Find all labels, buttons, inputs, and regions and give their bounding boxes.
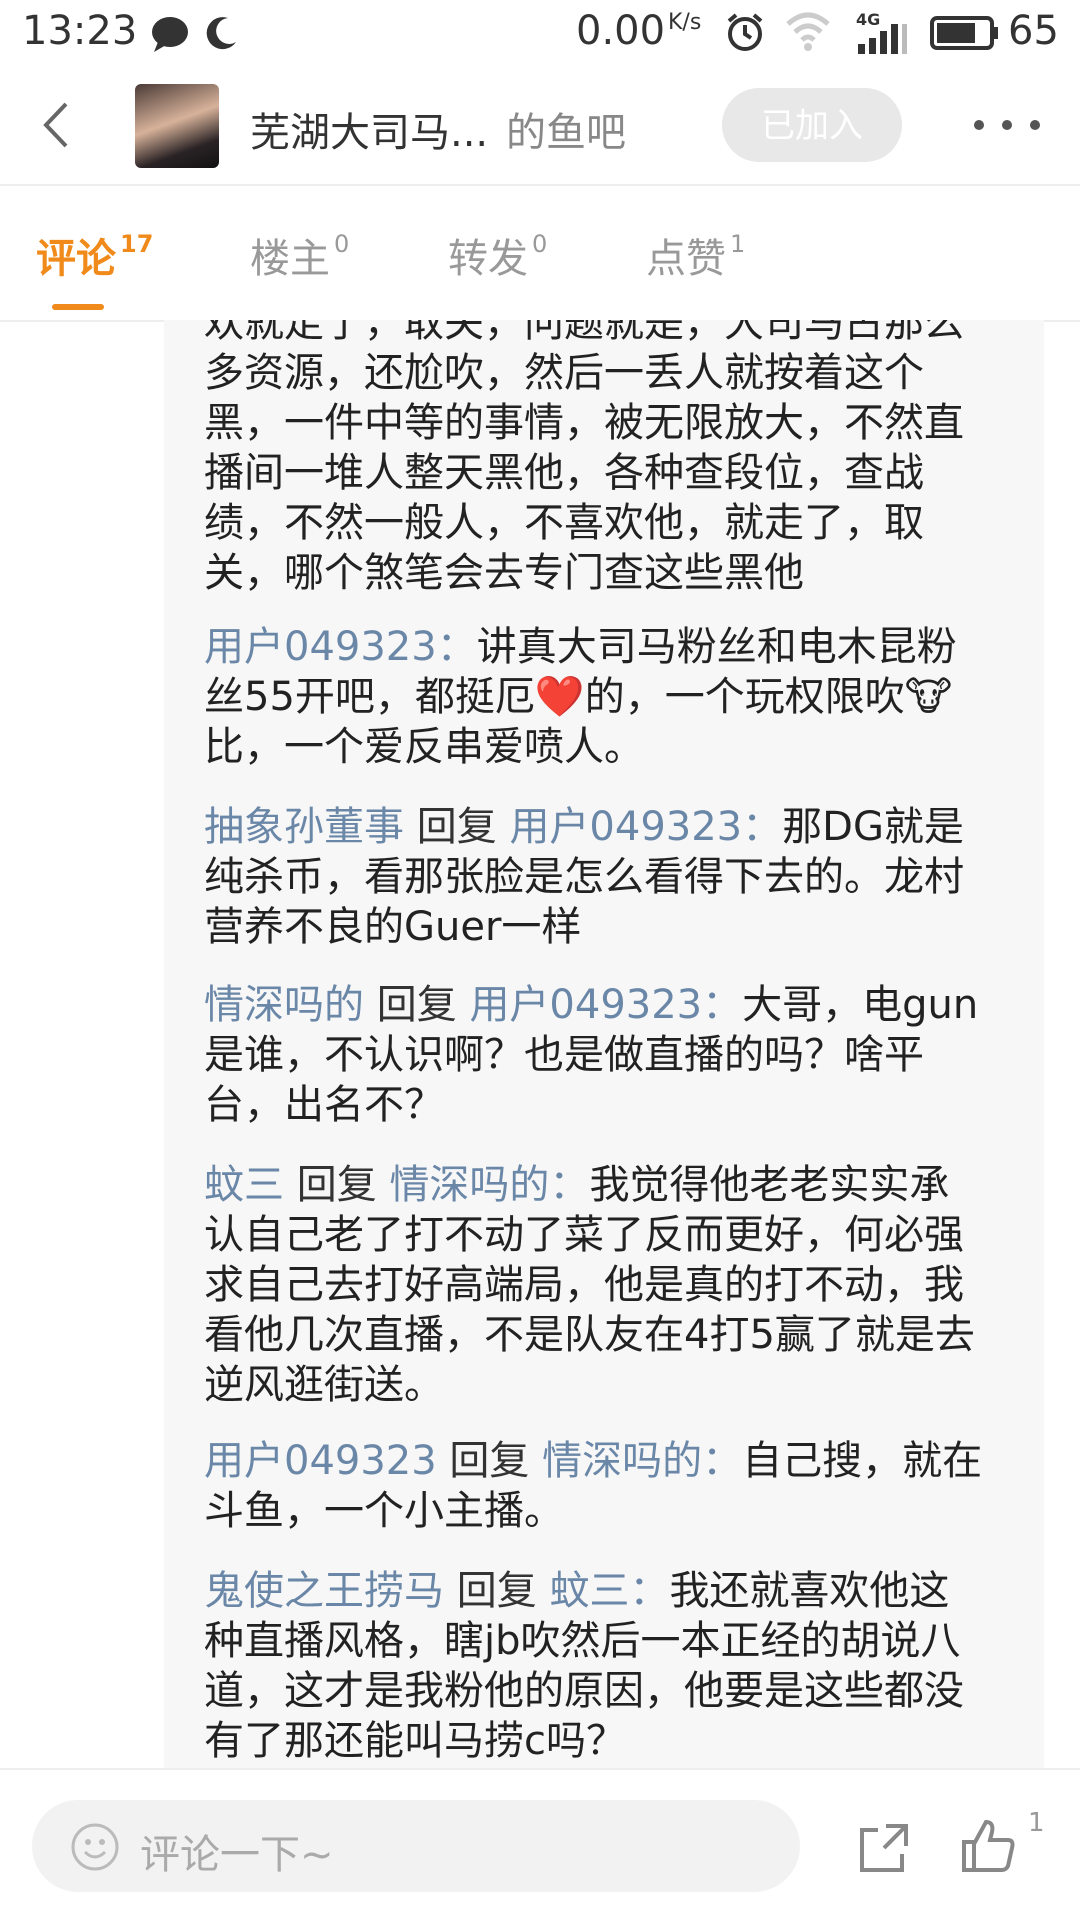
comment-line: 关，哪个煞笔会去专门查这些黑他 [204,550,804,596]
forum-title-suffix: 的鱼吧 [506,110,626,156]
reply-text: 认自己老了打不动了菜了反而更好，何必强 [204,1212,964,1258]
comment-line: 绩，不然一般人，不喜欢他，就走了，取 [204,500,924,546]
reply-author[interactable]: 用户049323： [204,624,477,670]
reply-target[interactable]: 用户049323： [509,804,782,850]
top-nav: 芜湖大司马... 的鱼吧 已加入 [0,66,1080,186]
reply-target[interactable]: 情深吗的： [389,1162,589,1208]
reply-author[interactable]: 蚊三 [204,1162,284,1208]
reply-text: 自己搜，就在 [742,1438,983,1484]
reply-author[interactable]: 情深吗的 [204,982,364,1028]
tab-likes-label: 点赞 [646,236,726,282]
reply-text: 大哥，电gun [742,982,979,1028]
reply-item[interactable]: 鬼使之王捞马 回复 蚊三：我还就喜欢他这 种直播风格，瞎jb吹然后一本正经的胡说… [204,1566,1004,1766]
net-speed-unit: K/s [668,10,702,35]
battery-icon [930,16,998,50]
back-arrow-icon[interactable] [40,100,70,150]
reply-author[interactable]: 用户049323 [204,1438,437,1484]
reply-item[interactable]: 用户049323 回复 情深吗的：自己搜，就在 斗鱼，一个小主播。 [204,1436,1004,1536]
reply-text: 比，一个爱反串爱喷人。 [204,724,644,770]
share-icon[interactable] [856,1820,912,1876]
reply-text: 丝55开吧，都挺厄❤️的，一个玩权限吹🐮 [204,674,953,720]
reply-item[interactable]: 抽象孙董事 回复 用户049323：那DG就是 纯杀币，看那张脸是怎么看得下去的… [204,802,1004,952]
tab-reposts-label: 转发 [448,236,528,282]
more-icon[interactable] [972,118,1042,132]
emoji-icon[interactable] [70,1822,120,1872]
reply-author[interactable]: 抽象孙董事 [204,804,404,850]
detail-tabs: 评论 17 楼主 0 转发 0 点赞 1 [0,186,1080,322]
comment-line: 多资源，还尬吹，然后一丢人就按着这个 [204,350,924,396]
reply-target[interactable]: 情深吗的： [542,1438,742,1484]
reply-text: 道，这才是我粉他的原因，他要是这些都没 [204,1668,964,1714]
comment-line: 欢就走了，取关，问题就是，大司马占那么 [204,320,964,346]
comment-thread[interactable]: 欢就走了，取关，问题就是，大司马占那么 多资源，还尬吹，然后一丢人就按着这个 黑… [164,320,1044,1768]
reply-text: 求自己去打好高端局，他是真的打不动，我 [204,1262,964,1308]
bottom-action-bar: 评论一下~ 1 [0,1768,1080,1922]
tab-comments[interactable]: 评论 17 [36,226,153,284]
reply-target[interactable]: 用户049323： [469,982,742,1028]
tab-op-count: 0 [334,229,350,258]
status-time: 13:23 [22,8,138,54]
message-icon [152,17,188,52]
reply-text: 那DG就是 [782,804,964,850]
tab-reposts[interactable]: 转发 0 [448,226,547,284]
tab-likes[interactable]: 点赞 1 [646,226,745,284]
forum-avatar[interactable] [135,84,219,168]
forum-title[interactable]: 芜湖大司马... [250,100,488,158]
reply-text: 逆风逛街送。 [204,1362,444,1408]
like-count: 1 [1028,1808,1045,1838]
reply-target[interactable]: 蚊三： [549,1568,669,1614]
status-bar: 13:23 0.00 K/s 4G 65 [0,0,1080,66]
moon-icon [206,17,236,50]
reply-text: 我还就喜欢他这 [669,1568,950,1614]
reply-item[interactable]: 情深吗的 回复 用户049323：大哥，电gun 是谁，不认识啊？也是做直播的吗… [204,980,1004,1130]
tab-comments-label: 评论 [36,236,116,282]
reply-verb: 回复 [364,982,470,1028]
reply-verb: 回复 [444,1568,550,1614]
reply-text: 是谁，不认识啊？也是做直播的吗？啥平 [204,1032,924,1078]
alarm-icon [727,13,763,51]
reply-text: 种直播风格，瞎jb吹然后一本正经的胡说八 [204,1618,961,1664]
tab-op[interactable]: 楼主 0 [250,226,349,284]
reply-author[interactable]: 鬼使之王捞马 [204,1568,444,1614]
reply-text: 台，出名不？ [204,1082,444,1128]
thumbs-up-icon[interactable] [958,1816,1018,1876]
joined-button[interactable]: 已加入 [722,88,902,162]
battery-level: 65 [1008,8,1059,54]
reply-verb: 回复 [404,804,510,850]
reply-text: 看他几次直播，不是队友在4打5赢了就是去 [204,1312,975,1358]
reply-text: 斗鱼，一个小主播。 [204,1488,564,1534]
comment-line: 黑，一件中等的事情，被无限放大，不然直 [204,400,964,446]
reply-text: 讲真大司马粉丝和电木昆粉 [476,624,957,670]
comment-input-placeholder: 评论一下~ [140,1832,334,1878]
active-tab-indicator [52,304,104,310]
wifi-icon [786,12,830,51]
reply-text: 我觉得他老老实实承 [589,1162,950,1208]
tab-likes-count: 1 [730,229,746,258]
tab-reposts-count: 0 [532,229,548,258]
net-speed: 0.00 [576,8,666,54]
reply-item[interactable]: 用户049323：讲真大司马粉丝和电木昆粉 丝55开吧，都挺厄❤️的，一个玩权限… [204,622,1004,772]
tab-comments-count: 17 [120,229,154,258]
comment-body: 欢就走了，取关，问题就是，大司马占那么 多资源，还尬吹，然后一丢人就按着这个 黑… [204,320,1004,598]
comment-line: 播间一堆人整天黑他，各种查段位，查战 [204,450,924,496]
reply-text: 有了那还能叫马捞c吗？ [204,1718,626,1764]
tab-op-label: 楼主 [250,236,330,282]
signal-icon [858,24,907,54]
reply-item[interactable]: 蚊三 回复 情深吗的：我觉得他老老实实承 认自己老了打不动了菜了反而更好，何必强… [204,1160,1004,1410]
reply-verb: 回复 [436,1438,543,1484]
reply-text: 纯杀币，看那张脸是怎么看得下去的。龙村 [204,854,964,900]
reply-text: 营养不良的Guer一样 [204,904,582,950]
reply-verb: 回复 [284,1162,390,1208]
